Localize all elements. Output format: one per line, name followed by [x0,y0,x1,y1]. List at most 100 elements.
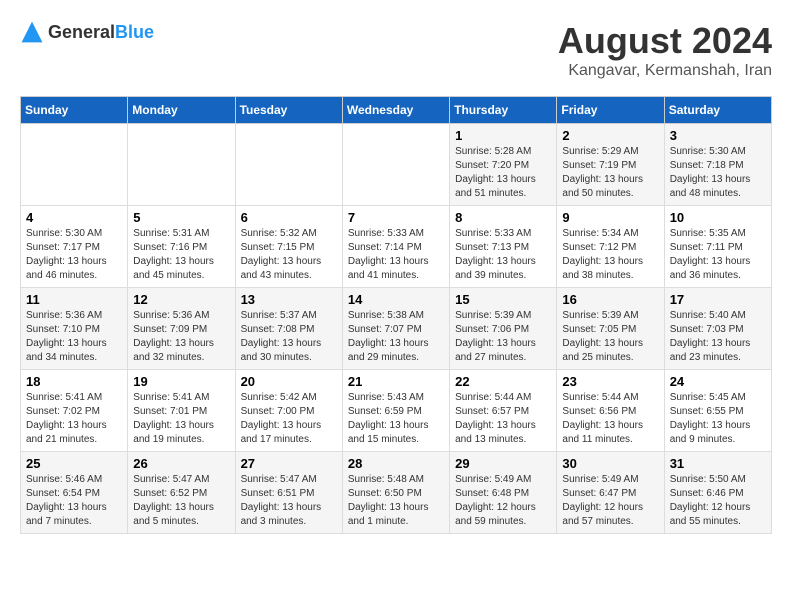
calendar-week-3: 11 Sunrise: 5:36 AM Sunset: 7:10 PM Dayligh… [21,288,772,370]
calendar-cell: 26Sunrise: 5:47 AMSunset: 6:52 PMDayligh… [128,452,235,534]
calendar-cell [21,124,128,206]
day-info-line: Sunset: 7:11 PM [670,242,743,253]
day-content: Sunrise: 5:46 AMSunset: 6:54 PMDaylight:… [26,473,122,529]
calendar-cell: 15 Sunrise: 5:39 AMSunset: 7:06 PMDayligh… [450,288,557,370]
day-content: Sunrise: 5:49 AMSunset: 6:48 PMDaylight:… [455,473,551,529]
day-info-line: Sunset: 6:55 PM [670,406,744,417]
day-info-line: Sunrise: 5:49 AM [455,474,531,485]
day-number: 22 [455,374,551,389]
day-content: Sunrise: 5:30 AMSunset: 7:18 PMDaylight:… [670,145,766,201]
day-content: Sunrise: 5:41 AMSunset: 7:02 PMDaylight:… [26,391,122,447]
day-info-line: Sunrise: 5:39 AM [562,310,638,321]
day-content: Sunrise: 5:43 AMSunset: 6:59 PMDaylight:… [348,391,444,447]
day-info-line: Daylight: 13 hours and 11 minutes. [562,420,643,445]
calendar-cell: 20Sunrise: 5:42 AMSunset: 7:00 PMDayligh… [235,370,342,452]
day-info-line: Sunrise: 5:48 AM [348,474,424,485]
day-info-line: Sunrise: 5:31 AM [133,228,209,239]
day-info-line: Sunrise: 5:32 AM [241,228,317,239]
day-info-line: Sunset: 7:17 PM [26,242,100,253]
calendar-cell: 30 Sunrise: 5:49 AMSunset: 6:47 PMDayligh… [557,452,664,534]
day-info-line: Sunset: 6:54 PM [26,488,100,499]
title-block: August 2024 Kangavar, Kermanshah, Iran [558,20,772,80]
day-info-line: Sunset: 6:48 PM [455,488,529,499]
day-info-line: Sunset: 7:02 PM [26,406,100,417]
day-info-line: Daylight: 13 hours and 48 minutes. [670,174,751,199]
day-info-line: Sunrise: 5:29 AM [562,146,638,157]
calendar-cell: 3Sunrise: 5:30 AMSunset: 7:18 PMDaylight… [664,124,771,206]
day-number: 17 [670,292,766,307]
day-number: 23 [562,374,658,389]
day-number: 11 [26,292,122,307]
day-number: 19 [133,374,229,389]
calendar-cell: 11Sunrise: 5:36 AMSunset: 7:10 PMDayligh… [21,288,128,370]
day-number: 6 [241,210,337,225]
day-content: Sunrise: 5:40 AMSunset: 7:03 PMDaylight:… [670,309,766,365]
day-content: Sunrise: 5:44 AMSunset: 6:56 PMDaylight:… [562,391,658,447]
day-info-line: Sunrise: 5:44 AM [455,392,531,403]
day-info-line: Sunset: 7:10 PM [26,324,100,335]
day-info-line: Daylight: 13 hours and 38 minutes. [562,256,643,281]
calendar-cell: 12 Sunrise: 5:36 AMSunset: 7:09 PMDayligh… [128,288,235,370]
weekday-header-row: SundayMondayTuesdayWednesdayThursdayFrid… [21,97,772,124]
day-number: 16 [562,292,658,307]
day-info-line: Sunrise: 5:47 AM [133,474,209,485]
calendar-cell: 2Sunrise: 5:29 AMSunset: 7:19 PMDaylight… [557,124,664,206]
day-number: 30 [562,456,658,471]
day-info-line: Sunset: 6:52 PM [133,488,207,499]
day-info-line: Daylight: 13 hours and 29 minutes. [348,338,429,363]
calendar-cell: 4Sunrise: 5:30 AMSunset: 7:17 PMDaylight… [21,206,128,288]
calendar-cell [342,124,449,206]
calendar-cell: 5Sunrise: 5:31 AMSunset: 7:16 PMDaylight… [128,206,235,288]
day-info-line: Daylight: 13 hours and 30 minutes. [241,338,322,363]
day-info-line: Sunset: 6:57 PM [455,406,529,417]
day-info-line: Sunset: 7:00 PM [241,406,315,417]
day-info-line: Daylight: 12 hours and 57 minutes. [562,502,643,527]
day-content: Sunrise: 5:36 AMSunset: 7:09 PMDaylight:… [133,309,229,365]
day-info-line: Daylight: 13 hours and 1 minute. [348,502,429,527]
day-number: 7 [348,210,444,225]
calendar-week-1: 1Sunrise: 5:28 AMSunset: 7:20 PMDaylight… [21,124,772,206]
day-info-line: Sunrise: 5:36 AM [133,310,209,321]
day-content: Sunrise: 5:38 AMSunset: 7:07 PMDaylight:… [348,309,444,365]
day-info-line: Daylight: 13 hours and 46 minutes. [26,256,107,281]
day-info-line: Sunset: 7:19 PM [562,160,636,171]
calendar-week-2: 4Sunrise: 5:30 AMSunset: 7:17 PMDaylight… [21,206,772,288]
calendar-cell: 21Sunrise: 5:43 AMSunset: 6:59 PMDayligh… [342,370,449,452]
day-content: Sunrise: 5:39 AMSunset: 7:06 PMDaylight:… [455,309,551,365]
day-info-line: Sunrise: 5:30 AM [670,146,746,157]
day-info-line: Sunrise: 5:39 AM [455,310,531,321]
day-number: 5 [133,210,229,225]
day-number: 12 [133,292,229,307]
day-number: 26 [133,456,229,471]
day-content: Sunrise: 5:45 AMSunset: 6:55 PMDaylight:… [670,391,766,447]
weekday-header-monday: Monday [128,97,235,124]
day-info-line: Daylight: 13 hours and 45 minutes. [133,256,214,281]
day-content: Sunrise: 5:34 AMSunset: 7:12 PMDaylight:… [562,227,658,283]
day-info-line: Sunrise: 5:44 AM [562,392,638,403]
day-info-line: Sunset: 7:03 PM [670,324,744,335]
day-info-line: Daylight: 13 hours and 25 minutes. [562,338,643,363]
day-content: Sunrise: 5:49 AMSunset: 6:47 PMDaylight:… [562,473,658,529]
weekday-header-saturday: Saturday [664,97,771,124]
logo-icon [20,20,44,44]
day-info-line: Sunset: 7:01 PM [133,406,207,417]
calendar-header: SundayMondayTuesdayWednesdayThursdayFrid… [21,97,772,124]
day-info-line: Sunrise: 5:35 AM [670,228,746,239]
day-info-line: Sunrise: 5:46 AM [26,474,102,485]
calendar-body: 1Sunrise: 5:28 AMSunset: 7:20 PMDaylight… [21,124,772,534]
day-info-line: Sunrise: 5:40 AM [670,310,746,321]
calendar-cell: 22Sunrise: 5:44 AMSunset: 6:57 PMDayligh… [450,370,557,452]
day-info-line: Daylight: 13 hours and 21 minutes. [26,420,107,445]
logo-wordmark: GeneralBlue [48,22,154,43]
day-info-line: Sunrise: 5:38 AM [348,310,424,321]
day-number: 4 [26,210,122,225]
day-info-line: Daylight: 13 hours and 36 minutes. [670,256,751,281]
day-number: 14 [348,292,444,307]
day-number: 15 [455,292,551,307]
day-content: Sunrise: 5:47 AMSunset: 6:52 PMDaylight:… [133,473,229,529]
day-number: 2 [562,128,658,143]
day-info-line: Sunrise: 5:49 AM [562,474,638,485]
calendar-cell: 17Sunrise: 5:40 AMSunset: 7:03 PMDayligh… [664,288,771,370]
day-info-line: Sunrise: 5:33 AM [348,228,424,239]
day-info-line: Sunset: 6:50 PM [348,488,422,499]
